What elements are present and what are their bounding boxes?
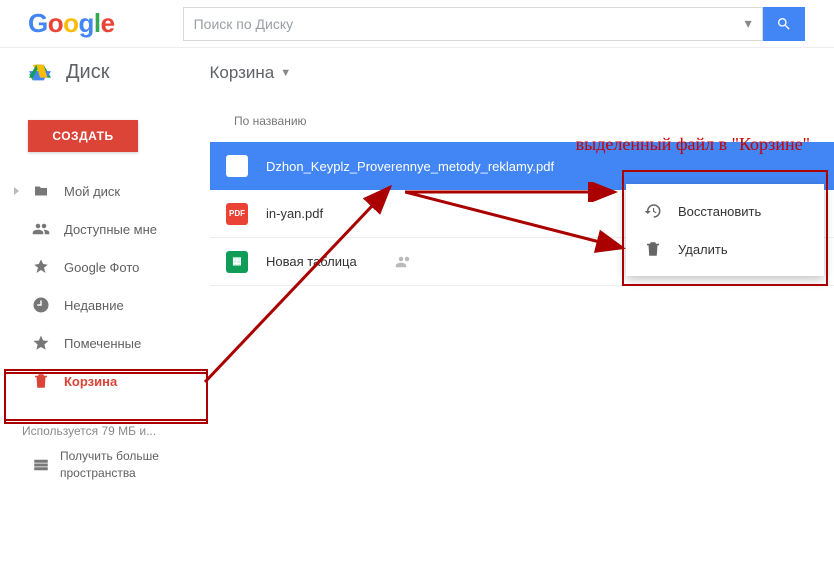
expand-icon[interactable]: [14, 187, 19, 195]
search-button[interactable]: [763, 7, 805, 41]
sidebar-item-label: Мой диск: [64, 184, 120, 199]
context-menu: Восстановить Удалить: [626, 184, 824, 276]
drive-icon: [28, 62, 52, 84]
app-header: Диск Корзина ▼: [0, 47, 834, 97]
drive-folder-icon: [32, 182, 50, 200]
app-label: Диск: [28, 61, 109, 84]
main-area: СОЗДАТЬ Мой диск Доступные мне Google Фо…: [0, 100, 834, 574]
file-name: Dzhon_Keyplz_Proverennye_metody_reklamy.…: [266, 159, 554, 174]
sidebar-item-mydrive[interactable]: Мой диск: [0, 172, 210, 210]
dropdown-icon[interactable]: ▾: [745, 15, 752, 32]
search-icon: [776, 16, 792, 32]
annotation-title: выделенный файл в "Корзине": [576, 134, 810, 155]
get-more-storage[interactable]: Получить больше пространства: [0, 448, 210, 482]
storage-used: Используется 79 МБ и...: [22, 424, 210, 438]
file-name: in-yan.pdf: [266, 206, 323, 221]
pdf-icon: PDF: [226, 203, 248, 225]
file-name: Новая таблица: [266, 254, 357, 269]
global-header: Google ▾: [0, 0, 834, 47]
photos-icon: [32, 258, 50, 276]
sidebar-item-trash[interactable]: Корзина: [0, 362, 210, 400]
sidebar-item-label: Помеченные: [64, 336, 141, 351]
search-input[interactable]: [194, 16, 745, 32]
context-delete-label: Удалить: [678, 242, 728, 257]
search-bar: ▾: [183, 7, 805, 41]
restore-icon: [644, 202, 662, 220]
context-delete[interactable]: Удалить: [626, 230, 824, 268]
google-logo: Google: [28, 8, 115, 39]
content-area: По названию PDF Dzhon_Keyplz_Proverennye…: [210, 100, 834, 574]
search-box[interactable]: ▾: [183, 7, 763, 41]
star-icon: [32, 334, 50, 352]
clock-icon: [32, 296, 50, 314]
pdf-icon: PDF: [226, 155, 248, 177]
get-more-label: Получить больше пространства: [60, 448, 180, 482]
nav-list: Мой диск Доступные мне Google Фото Недав…: [0, 172, 210, 400]
context-restore-label: Восстановить: [678, 204, 761, 219]
sidebar-item-label: Доступные мне: [64, 222, 157, 237]
sidebar-item-photos[interactable]: Google Фото: [0, 248, 210, 286]
trash-icon: [32, 372, 50, 390]
sidebar-item-starred[interactable]: Помеченные: [0, 324, 210, 362]
sidebar-item-shared[interactable]: Доступные мне: [0, 210, 210, 248]
sidebar-item-recent[interactable]: Недавние: [0, 286, 210, 324]
shared-icon: [395, 253, 413, 271]
sidebar-item-label: Корзина: [64, 374, 117, 389]
breadcrumb-label: Корзина: [209, 63, 274, 83]
sidebar-item-label: Недавние: [64, 298, 124, 313]
sidebar-item-label: Google Фото: [64, 260, 139, 275]
storage-icon: [32, 456, 50, 474]
breadcrumb[interactable]: Корзина ▼: [209, 63, 291, 83]
chevron-down-icon: ▼: [280, 67, 291, 79]
people-icon: [32, 220, 50, 238]
sidebar: СОЗДАТЬ Мой диск Доступные мне Google Фо…: [0, 100, 210, 574]
create-button[interactable]: СОЗДАТЬ: [28, 120, 138, 152]
context-restore[interactable]: Восстановить: [626, 192, 824, 230]
delete-icon: [644, 240, 662, 258]
sheet-icon: ▦: [226, 251, 248, 273]
app-name: Диск: [66, 61, 109, 84]
